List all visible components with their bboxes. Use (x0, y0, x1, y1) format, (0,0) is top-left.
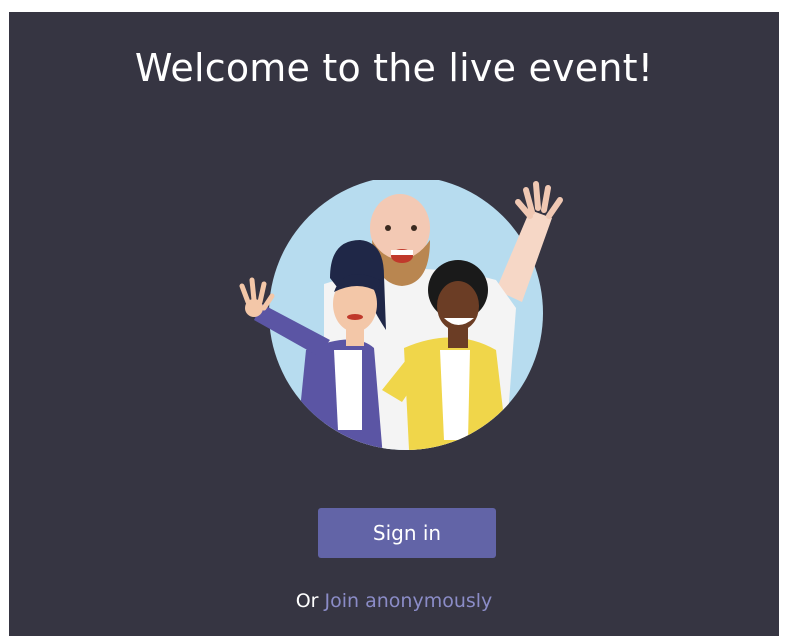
welcome-panel: Welcome to the live event! Sign in Or Jo… (9, 12, 779, 636)
alternative-join-row: Or Join anonymously (9, 590, 779, 612)
join-anonymously-link[interactable]: Join anonymously (325, 590, 493, 612)
page-title: Welcome to the live event! (134, 46, 654, 90)
welcome-illustration (239, 180, 563, 450)
or-label: Or (295, 590, 319, 612)
sign-in-button[interactable]: Sign in (318, 508, 496, 558)
